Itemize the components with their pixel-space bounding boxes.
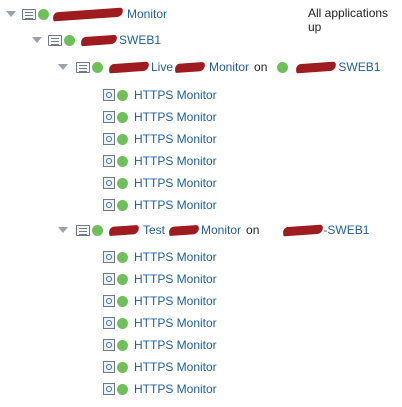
https-monitor-icon [103, 383, 115, 395]
https-monitor-link[interactable]: HTTPS Monitor [134, 250, 217, 264]
https-monitor-icon [103, 177, 115, 189]
status-up-icon [117, 339, 128, 351]
status-up-icon [92, 61, 103, 73]
monitor-item[interactable]: HTTPS Monitor [103, 107, 217, 127]
status-up-icon [117, 199, 128, 211]
collapse-caret-icon[interactable] [6, 11, 16, 17]
status-up-icon [117, 155, 128, 167]
root-monitor-link[interactable]: Monitor [127, 7, 167, 21]
monitor-item[interactable]: HTTPS Monitor [103, 335, 217, 355]
https-monitor-link[interactable]: HTTPS Monitor [134, 176, 217, 190]
monitor-group-icon [76, 224, 90, 236]
redacted-text [296, 61, 337, 73]
status-up-icon [64, 34, 75, 46]
status-up-icon [117, 111, 128, 123]
https-monitor-link[interactable]: HTTPS Monitor [134, 154, 217, 168]
server-link[interactable]: SWEB1 [119, 33, 161, 47]
https-monitor-icon [103, 295, 115, 307]
https-monitor-link[interactable]: HTTPS Monitor [134, 110, 217, 124]
host-link[interactable]: -SWEB1 [323, 223, 369, 237]
status-up-icon [117, 177, 128, 189]
https-monitor-icon [103, 133, 115, 145]
https-monitor-icon [103, 361, 115, 373]
status-up-icon [38, 8, 49, 20]
https-monitor-link[interactable]: HTTPS Monitor [134, 88, 217, 102]
group-monitor-link[interactable]: Monitor [201, 223, 241, 237]
status-text: All applications up [308, 6, 389, 34]
https-monitor-icon [103, 273, 115, 285]
host-link[interactable]: SWEB1 [338, 60, 380, 74]
monitor-item[interactable]: HTTPS Monitor [103, 313, 217, 333]
monitor-item[interactable]: HTTPS Monitor [103, 195, 217, 215]
monitor-item[interactable]: HTTPS Monitor [103, 379, 217, 399]
monitor-item[interactable]: HTTPS Monitor [103, 129, 217, 149]
collapse-caret-icon[interactable] [58, 227, 68, 233]
redacted-text [108, 224, 140, 236]
status-up-icon [117, 361, 128, 373]
https-monitor-icon [103, 251, 115, 263]
https-monitor-link[interactable]: HTTPS Monitor [134, 316, 217, 330]
monitor-item[interactable]: HTTPS Monitor [103, 247, 217, 267]
monitor-item[interactable]: HTTPS Monitor [103, 85, 217, 105]
tree-root-row[interactable]: Monitor [6, 4, 167, 24]
status-up-icon [117, 273, 128, 285]
monitor-item[interactable]: HTTPS Monitor [103, 357, 217, 377]
collapse-caret-icon[interactable] [32, 37, 42, 43]
monitor-item[interactable]: HTTPS Monitor [103, 151, 217, 171]
redacted-text [174, 61, 206, 73]
https-monitor-link[interactable]: HTTPS Monitor [134, 198, 217, 212]
status-up-icon [117, 295, 128, 307]
tree-group-row[interactable]: Test Monitor on -SWEB1 [58, 220, 369, 240]
redacted-text [80, 34, 118, 46]
status-up-icon [277, 61, 289, 73]
on-label: on [246, 223, 260, 237]
monitor-item[interactable]: HTTPS Monitor [103, 269, 217, 289]
redacted-text [283, 224, 324, 236]
group-monitor-link[interactable]: Monitor [209, 60, 249, 74]
https-monitor-link[interactable]: HTTPS Monitor [134, 132, 217, 146]
https-monitor-icon [103, 317, 115, 329]
https-monitor-link[interactable]: HTTPS Monitor [134, 272, 217, 286]
https-monitor-icon [103, 339, 115, 351]
group-prefix[interactable]: Test [143, 223, 165, 237]
group-prefix[interactable]: Live [151, 60, 173, 74]
https-monitor-link[interactable]: HTTPS Monitor [134, 360, 217, 374]
redacted-text [108, 61, 150, 73]
status-up-icon [117, 383, 128, 395]
tree-group-row[interactable]: Live Monitor on SWEB1 [58, 57, 380, 77]
redacted-text [52, 7, 124, 21]
status-up-icon [117, 89, 128, 101]
application-list-icon [22, 8, 36, 20]
https-monitor-icon [103, 199, 115, 211]
redacted-text [168, 224, 200, 236]
server-list-icon [48, 34, 62, 46]
https-monitor-icon [103, 155, 115, 167]
monitor-group-icon [76, 61, 90, 73]
status-up-icon [117, 317, 128, 329]
tree-server-row[interactable]: SWEB1 [32, 30, 161, 50]
on-label: on [254, 60, 268, 74]
https-monitor-link[interactable]: HTTPS Monitor [134, 338, 217, 352]
collapse-caret-icon[interactable] [58, 64, 68, 70]
https-monitor-icon [103, 111, 115, 123]
monitor-item[interactable]: HTTPS Monitor [103, 291, 217, 311]
status-up-icon [117, 251, 128, 263]
https-monitor-link[interactable]: HTTPS Monitor [134, 294, 217, 308]
https-monitor-icon [103, 89, 115, 101]
https-monitor-link[interactable]: HTTPS Monitor [134, 382, 217, 396]
status-up-icon [92, 224, 103, 236]
monitor-item[interactable]: HTTPS Monitor [103, 173, 217, 193]
status-up-icon [117, 133, 128, 145]
